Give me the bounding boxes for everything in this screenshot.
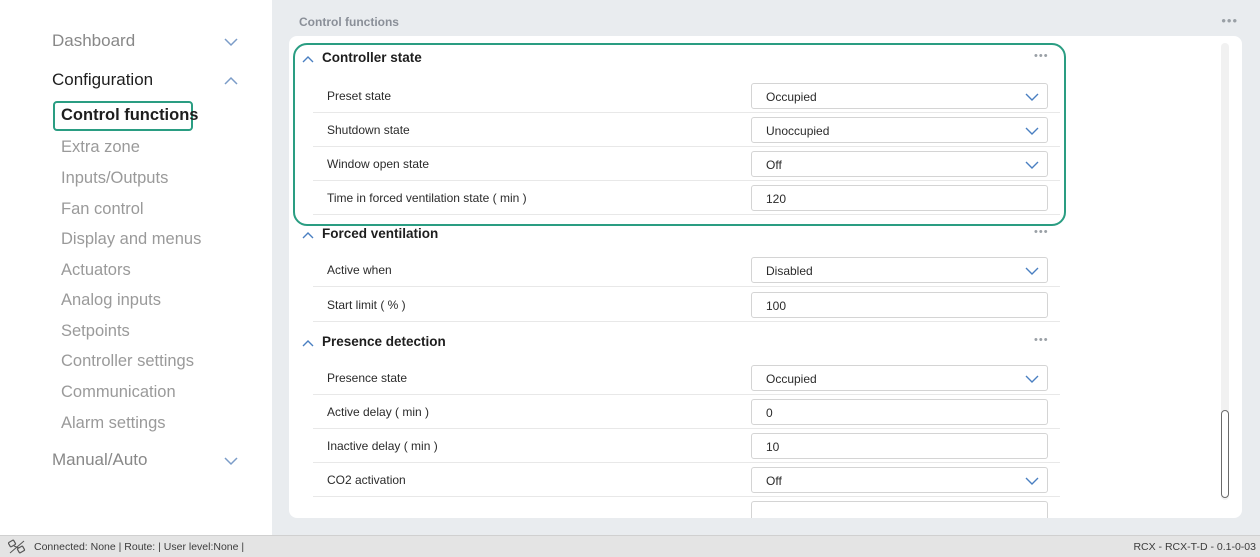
chevron-down-icon	[1025, 477, 1039, 485]
sidebar-item-analog-inputs[interactable]: Analog inputs	[61, 291, 161, 310]
section-title: Forced ventilation	[322, 226, 439, 241]
input-value: 0	[766, 406, 773, 420]
more-options-icon[interactable]: •••	[1034, 334, 1049, 346]
setting-row-preset-state: Preset state Occupied	[313, 79, 1060, 113]
section-title: Controller state	[322, 50, 422, 65]
connection-icon	[8, 539, 26, 554]
presence-state-select[interactable]: Occupied	[751, 365, 1048, 391]
select-value: Off	[766, 158, 782, 172]
chevron-down-icon	[1025, 93, 1039, 101]
page-title: Control functions	[299, 15, 399, 29]
sidebar-item-control-functions[interactable]: Control functions	[61, 106, 198, 125]
chevron-up-icon[interactable]	[301, 52, 315, 66]
chevron-up-icon[interactable]	[222, 72, 240, 90]
setting-row-shutdown-state: Shutdown state Unoccupied	[313, 113, 1060, 147]
setting-row-presence-state: Presence state Occupied	[313, 361, 1060, 395]
app-window: Dashboard Configuration Control function…	[0, 0, 1260, 557]
setting-label: Presence state	[327, 371, 408, 385]
section-header-presence-detection[interactable]: Presence detection •••	[289, 330, 1059, 356]
chevron-down-icon	[1025, 375, 1039, 383]
setting-row-active-delay: Active delay ( min ) 0	[313, 395, 1060, 429]
setting-label: Shutdown state	[327, 123, 410, 137]
sidebar-item-communication[interactable]: Communication	[61, 383, 176, 402]
section-header-forced-ventilation[interactable]: Forced ventilation •••	[289, 222, 1059, 248]
status-connection-text: Connected: None | Route: | User level:No…	[34, 541, 245, 553]
setting-label: Active delay ( min )	[327, 405, 430, 419]
nav-configuration[interactable]: Configuration	[52, 70, 153, 90]
chevron-up-icon[interactable]	[301, 228, 315, 242]
sidebar-item-inputs-outputs[interactable]: Inputs/Outputs	[61, 169, 168, 188]
setting-row-window-open-state: Window open state Off	[313, 147, 1060, 181]
setting-row-inactive-delay: Inactive delay ( min ) 10	[313, 429, 1060, 463]
select-value: Off	[766, 474, 782, 488]
setting-label: Time in forced ventilation state ( min )	[327, 191, 527, 205]
chevron-down-icon	[1025, 161, 1039, 169]
forced-ventilation-time-input[interactable]: 120	[751, 185, 1048, 211]
setting-row-partial	[313, 497, 1060, 518]
inactive-delay-input[interactable]: 10	[751, 433, 1048, 459]
setting-label: Preset state	[327, 89, 392, 103]
shutdown-state-select[interactable]: Unoccupied	[751, 117, 1048, 143]
select-value: Occupied	[766, 90, 817, 104]
input-value: 100	[766, 299, 787, 313]
preset-state-select[interactable]: Occupied	[751, 83, 1048, 109]
section-header-controller-state[interactable]: Controller state •••	[289, 46, 1059, 72]
nav-manual-auto[interactable]: Manual/Auto	[52, 450, 147, 470]
input-value: 10	[766, 440, 780, 454]
window-open-state-select[interactable]: Off	[751, 151, 1048, 177]
nav-dashboard[interactable]: Dashboard	[52, 31, 135, 51]
chevron-up-icon[interactable]	[301, 336, 315, 350]
chevron-down-icon	[1025, 267, 1039, 275]
start-limit-input[interactable]: 100	[751, 292, 1048, 318]
more-options-icon[interactable]: •••	[1221, 13, 1238, 28]
setting-row-start-limit: Start limit ( % ) 100	[313, 288, 1060, 322]
sidebar-item-display-and-menus[interactable]: Display and menus	[61, 230, 201, 249]
section-title: Presence detection	[322, 334, 446, 349]
sidebar-item-extra-zone[interactable]: Extra zone	[61, 138, 140, 157]
active-delay-input[interactable]: 0	[751, 399, 1048, 425]
setting-row-co2-activation: CO2 activation Off	[313, 463, 1060, 497]
more-options-icon[interactable]: •••	[1034, 50, 1049, 62]
setting-label: Inactive delay ( min )	[327, 439, 438, 453]
status-device-text: RCX - RCX-T-D - 0.1-0-03	[1133, 541, 1256, 553]
sidebar-item-actuators[interactable]: Actuators	[61, 261, 131, 280]
sidebar-item-alarm-settings[interactable]: Alarm settings	[61, 414, 166, 433]
sidebar-item-setpoints[interactable]: Setpoints	[61, 322, 130, 341]
select-value: Unoccupied	[766, 124, 830, 138]
setting-label: CO2 activation	[327, 473, 406, 487]
co2-activation-select[interactable]: Off	[751, 467, 1048, 493]
settings-panel: Controller state ••• Preset state Occupi…	[289, 36, 1242, 518]
sidebar-item-fan-control[interactable]: Fan control	[61, 200, 144, 219]
select-value: Occupied	[766, 372, 817, 386]
setting-row-active-when: Active when Disabled	[313, 253, 1060, 287]
chevron-down-icon	[1025, 127, 1039, 135]
input-value: 120	[766, 192, 787, 206]
setting-label: Active when	[327, 263, 392, 277]
select-value: Disabled	[766, 264, 813, 278]
status-bar: Connected: None | Route: | User level:No…	[0, 535, 1260, 557]
setting-label: Window open state	[327, 157, 430, 171]
sidebar-item-controller-settings[interactable]: Controller settings	[61, 352, 194, 371]
setting-label: Start limit ( % )	[327, 298, 406, 312]
more-options-icon[interactable]: •••	[1034, 226, 1049, 238]
chevron-down-icon[interactable]	[222, 452, 240, 470]
active-when-select[interactable]: Disabled	[751, 257, 1048, 283]
partial-control[interactable]	[751, 501, 1048, 518]
main-content: Control functions ••• Controller state •…	[272, 0, 1260, 535]
chevron-down-icon[interactable]	[222, 33, 240, 51]
scrollbar-thumb[interactable]	[1221, 410, 1229, 498]
sidebar: Dashboard Configuration Control function…	[0, 0, 272, 535]
setting-row-forced-ventilation-time: Time in forced ventilation state ( min )…	[313, 181, 1060, 215]
